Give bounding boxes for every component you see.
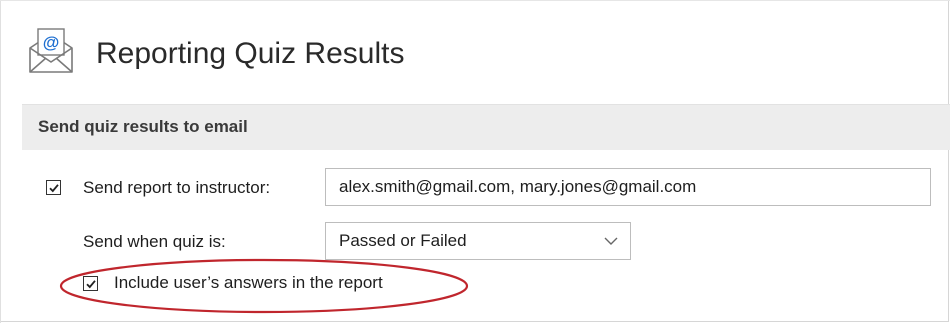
send-when-dropdown[interactable]: Passed or Failed	[325, 222, 631, 260]
section-title: Send quiz results to email	[38, 117, 248, 136]
svg-text:@: @	[43, 33, 60, 52]
send-report-checkbox[interactable]	[46, 180, 61, 195]
chevron-down-icon	[604, 237, 618, 245]
email-icon: @	[26, 26, 76, 76]
checkmark-icon	[49, 184, 59, 193]
page-title: Reporting Quiz Results	[96, 37, 405, 70]
highlight-ellipse	[59, 258, 469, 314]
panel-top-border	[0, 0, 950, 1]
panel-left-border	[0, 0, 1, 323]
send-when-selected-value: Passed or Failed	[339, 231, 467, 250]
section-header: Send quiz results to email	[22, 104, 950, 150]
send-report-label[interactable]: Send report to instructor:	[83, 177, 270, 199]
instructor-email-input[interactable]: alex.smith@gmail.com, mary.jones@gmail.c…	[325, 168, 931, 206]
send-when-label: Send when quiz is:	[83, 232, 226, 251]
